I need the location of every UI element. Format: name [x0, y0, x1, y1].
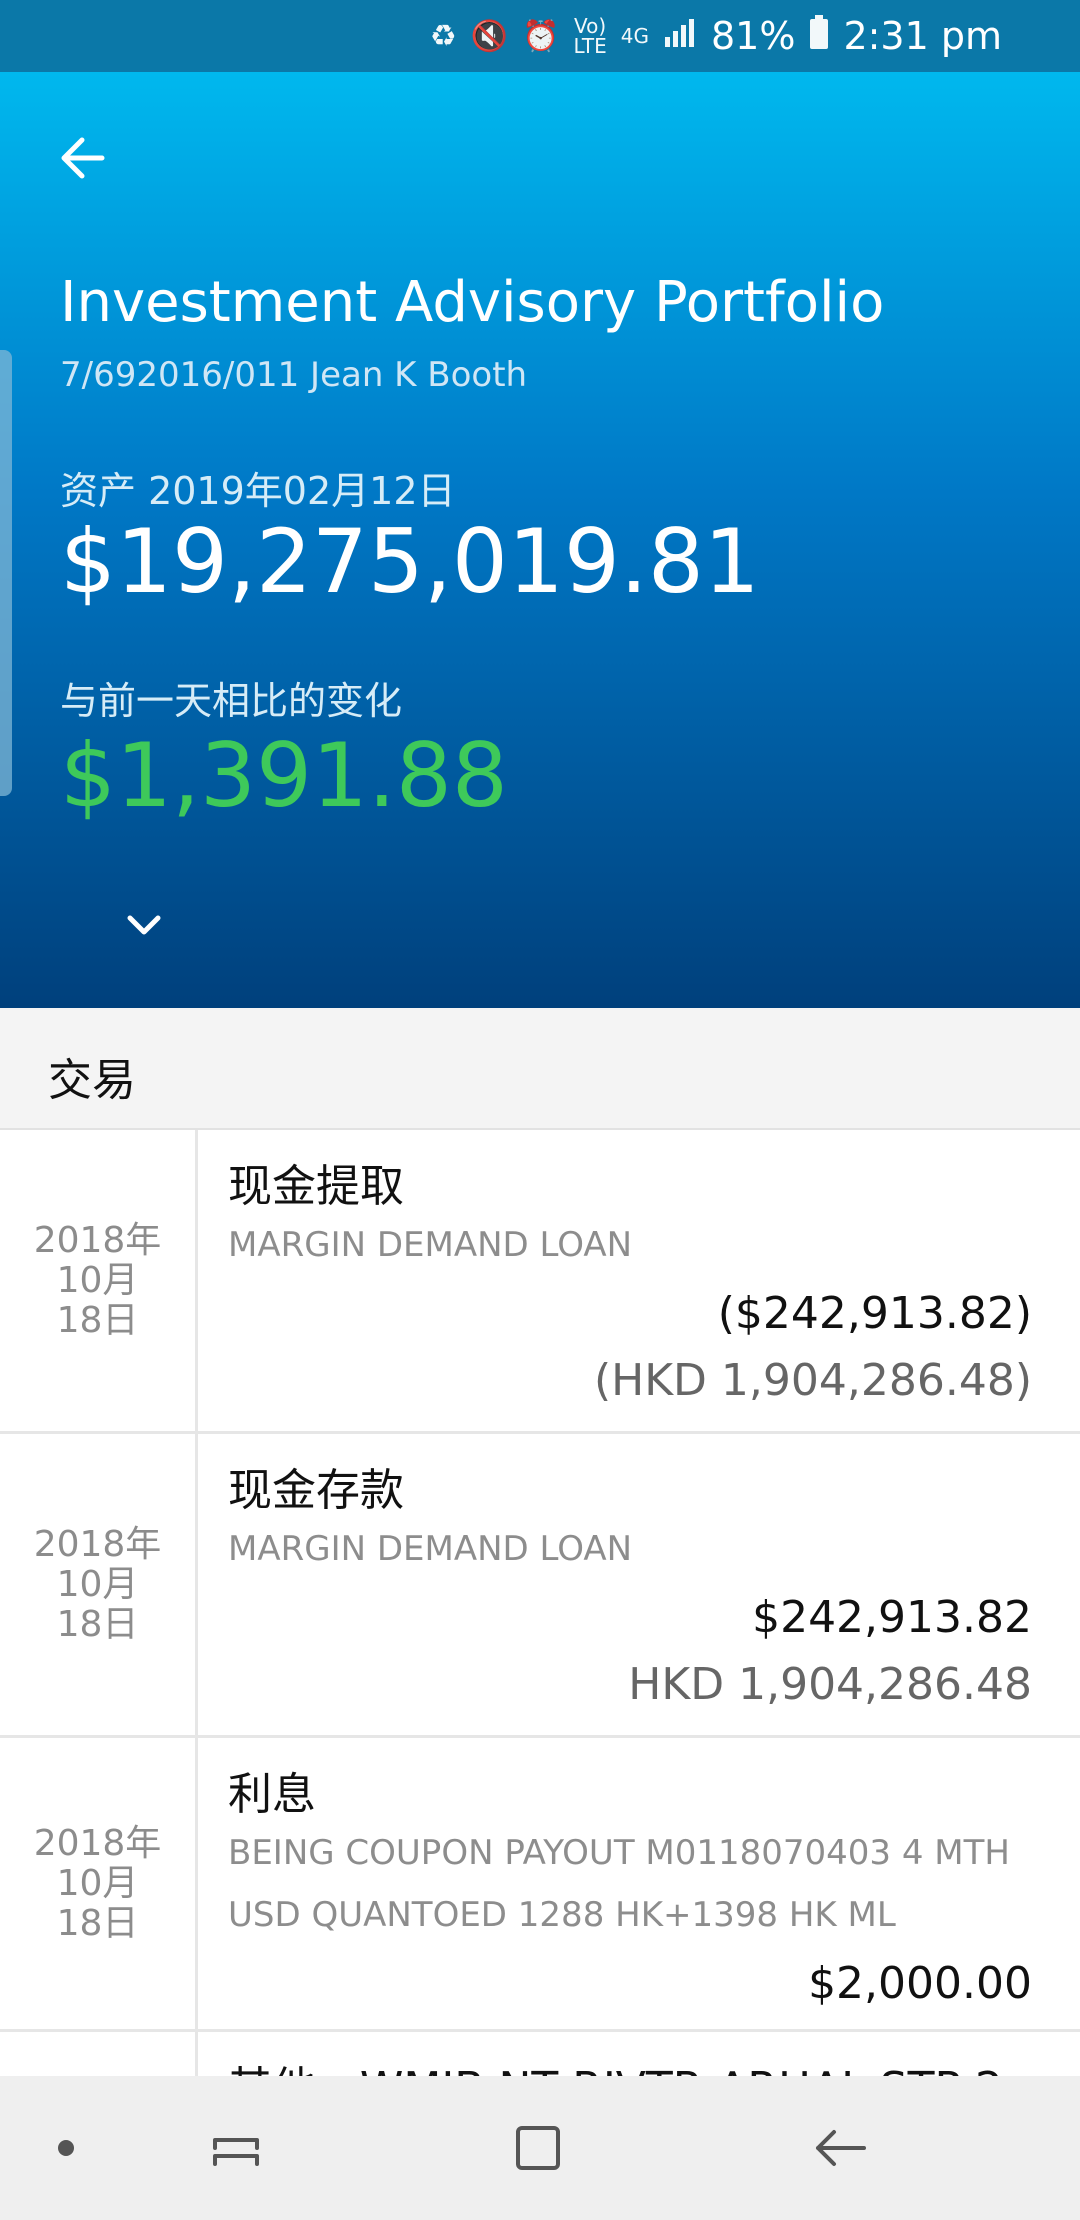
transaction-amount: $242,913.82 — [752, 1592, 1032, 1643]
transaction-date — [0, 2032, 198, 2080]
date-year: 2018年 — [33, 1523, 162, 1565]
home-button[interactable] — [506, 2116, 570, 2180]
battery-saver-icon: ♻ — [429, 18, 457, 54]
transaction-title: 现金存款 — [228, 1465, 404, 1516]
expand-button[interactable] — [122, 904, 166, 948]
date-day: 18日 — [56, 1299, 139, 1341]
battery-percent: 81% — [710, 14, 796, 58]
assets-label: 资产 2019年02月12日 — [60, 469, 456, 513]
transactions-section-header: 交易 — [0, 1008, 1080, 1130]
date-month: 10月 — [56, 1259, 139, 1301]
status-bar: ♻ 🔇 ⏰ Vo) LTE 4G 81% 2:31 pm — [0, 0, 1080, 72]
arrow-left-icon — [61, 137, 105, 179]
alarm-icon: ⏰ — [522, 18, 560, 54]
date-year: 2018年 — [33, 1219, 162, 1261]
network-4g-icon: 4G — [620, 24, 649, 48]
daily-change-value: $1,391.88 — [60, 724, 508, 827]
edge-panel-handle[interactable] — [0, 350, 12, 796]
transaction-list[interactable]: 2018年 10月 18日 现金提取 MARGIN DEMAND LOAN ($… — [0, 1130, 1080, 2080]
account-number: 7/692016/011 Jean K Booth — [60, 355, 528, 395]
mute-icon: 🔇 — [470, 18, 509, 54]
date-month: 10月 — [56, 1862, 139, 1904]
back-nav-button[interactable] — [808, 2116, 872, 2180]
date-day: 18日 — [56, 1902, 139, 1944]
transaction-date: 2018年 10月 18日 — [0, 1738, 198, 2029]
signal-icon — [663, 17, 697, 55]
transaction-row[interactable]: 2018年 10月 18日 现金存款 MARGIN DEMAND LOAN $2… — [0, 1434, 1080, 1738]
transaction-amount: $2,000.00 — [808, 1958, 1032, 2009]
page-title: Investment Advisory Portfolio — [60, 270, 885, 335]
back-icon — [816, 2130, 866, 2166]
transaction-row[interactable]: 其他 - WMIB NT RIVTR ARHAL STP 2 — [0, 2032, 1080, 2080]
transaction-description: BEING COUPON PAYOUT M0118070403 4 MTH US… — [228, 1833, 1010, 1935]
date-day: 18日 — [56, 1603, 139, 1645]
portfolio-header: Investment Advisory Portfolio 7/692016/0… — [0, 72, 1080, 1008]
transaction-description: MARGIN DEMAND LOAN — [228, 1225, 633, 1265]
transaction-row[interactable]: 2018年 10月 18日 利息 BEING COUPON PAYOUT M01… — [0, 1738, 1080, 2032]
section-title: 交易 — [48, 1055, 136, 1106]
system-nav-bar — [0, 2076, 1080, 2220]
assets-value: $19,275,019.81 — [60, 510, 760, 613]
recents-icon — [213, 2138, 259, 2166]
clock: 2:31 pm — [843, 14, 1002, 58]
home-icon — [516, 2126, 560, 2170]
transaction-description: MARGIN DEMAND LOAN — [228, 1529, 633, 1569]
transaction-date: 2018年 10月 18日 — [0, 1130, 198, 1431]
volte-icon: Vo) LTE — [573, 14, 607, 58]
transaction-date: 2018年 10月 18日 — [0, 1434, 198, 1735]
battery-icon — [809, 15, 829, 57]
recents-button[interactable] — [205, 2116, 269, 2180]
transaction-title: 现金提取 — [228, 1161, 404, 1212]
back-button[interactable] — [52, 126, 116, 190]
date-month: 10月 — [56, 1563, 139, 1605]
transaction-row[interactable]: 2018年 10月 18日 现金提取 MARGIN DEMAND LOAN ($… — [0, 1130, 1080, 1434]
dot-icon[interactable] — [58, 2140, 74, 2156]
transaction-title: 利息 — [228, 1769, 316, 1820]
transaction-amount: ($242,913.82) — [717, 1288, 1032, 1339]
transaction-amount-hkd: HKD 1,904,286.48 — [628, 1659, 1032, 1710]
transaction-amount-hkd: (HKD 1,904,286.48) — [593, 1355, 1032, 1406]
date-year: 2018年 — [33, 1822, 162, 1864]
daily-change-label: 与前一天相比的变化 — [60, 679, 403, 723]
chevron-down-icon — [127, 915, 161, 935]
